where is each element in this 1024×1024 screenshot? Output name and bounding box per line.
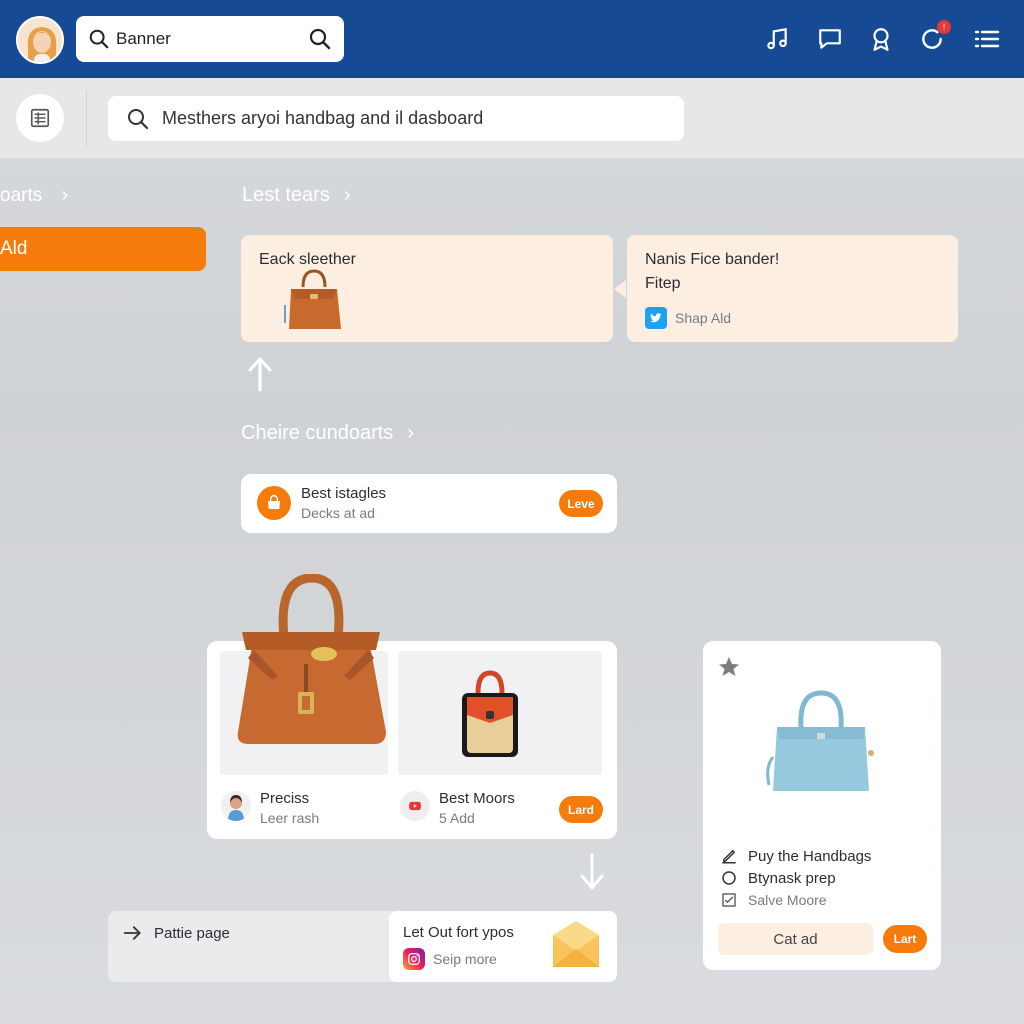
notification-badge: !	[937, 20, 951, 34]
main-search-text: Mesthers aryoi handbag and il dasboard	[162, 108, 484, 128]
handbag-red-icon	[462, 670, 518, 757]
checklist-label: Btynask prep	[748, 869, 836, 887]
top-search-bar[interactable]: Banner	[76, 16, 344, 62]
sidebar-crumb-label: oarts	[0, 185, 43, 206]
list-item-best-istagles[interactable]: Best istagles Decks at ad Leve	[241, 474, 617, 533]
bird-icon	[645, 307, 667, 329]
sidebar-crumb[interactable]: oarts ›	[0, 184, 68, 207]
list-item-title: Best istagles	[301, 485, 387, 502]
envelope-icon	[553, 921, 599, 967]
bottom-banner: Pattie page Let Out fort ypos Seip more	[108, 911, 617, 982]
featured-product-card: Puy the Handbags Btynask prep Salve Moor…	[703, 641, 941, 970]
user-avatar	[221, 791, 251, 821]
shop-icon	[257, 486, 291, 520]
card-nanis-fice[interactable]: Nanis Fice bander! Fitep Shap Ald	[627, 235, 958, 342]
divider	[86, 90, 87, 146]
sidebar-item-active[interactable]: Ald	[0, 227, 206, 271]
checklist-label: Puy the Handbags	[748, 847, 872, 865]
checklist-item-2[interactable]: Btynask prep	[720, 869, 836, 887]
award-icon[interactable]	[866, 24, 896, 54]
lart-button[interactable]: Lart	[883, 925, 927, 953]
arrow-right-icon	[123, 926, 141, 940]
menu-icon[interactable]	[972, 24, 1002, 54]
newsletter-panel[interactable]: Let Out fort ypos Seip more	[389, 911, 617, 982]
seip-more-link[interactable]: Seip more	[403, 948, 497, 970]
pattie-page-label: Pattie page	[154, 924, 230, 942]
arrow-down-icon	[580, 853, 604, 890]
product-right-title: Best Moors	[439, 790, 515, 807]
shap-ald-label: Shap Ald	[675, 310, 732, 326]
play-icon	[400, 791, 430, 821]
product-left-title: Preciss	[260, 790, 310, 807]
search-icon	[89, 29, 109, 49]
card-line-2: Fitep	[645, 275, 681, 292]
star-icon[interactable]	[717, 655, 741, 679]
card-eack-sleether[interactable]: Eack sleether	[241, 235, 613, 342]
chevron-right-icon: ›	[407, 422, 414, 444]
search-icon	[128, 108, 149, 129]
checklist-label: Salve Moore	[748, 892, 827, 908]
chevron-right-icon: ›	[61, 184, 69, 206]
chevron-right-icon: ›	[343, 184, 351, 206]
shap-ald-link[interactable]: Shap Ald	[645, 307, 731, 329]
pattie-page-link[interactable]: Pattie page	[122, 923, 230, 943]
lard-button[interactable]: Lard	[559, 796, 603, 823]
chat-icon[interactable]	[815, 24, 845, 54]
section-title-lest-tears[interactable]: Lest tears ›	[242, 184, 351, 207]
list-item-subtitle: Decks at ad	[301, 505, 375, 521]
seip-more-label: Seip more	[433, 951, 497, 967]
product-image-right[interactable]	[398, 651, 602, 775]
section-title-label: Lest tears	[242, 184, 330, 206]
checklist-item-3[interactable]: Salve Moore	[720, 891, 827, 909]
checkbox-checked-icon	[722, 893, 736, 907]
card-line-1: Nanis Fice bander!	[645, 251, 780, 268]
radio-empty-icon	[722, 871, 736, 885]
arrow-up-icon	[248, 357, 272, 392]
product-left-subtitle: Leer rash	[260, 810, 320, 826]
handbag-blue-icon[interactable]	[763, 687, 875, 795]
music-icon[interactable]	[762, 24, 792, 54]
document-button[interactable]	[16, 94, 64, 142]
checklist-item-1[interactable]: Puy the Handbags	[720, 847, 871, 865]
product-right-subtitle: 5 Add	[439, 810, 475, 826]
handbag-brown-large-icon[interactable]	[232, 574, 390, 748]
cat-ad-button[interactable]: Cat ad	[718, 923, 873, 955]
card-pointer	[614, 280, 626, 298]
top-search-label: Banner	[116, 29, 171, 48]
section-title-label: Cheire cundoarts	[241, 422, 394, 444]
avatar[interactable]	[16, 16, 64, 64]
search-submit-icon[interactable]	[308, 27, 332, 51]
main-search-input[interactable]: Mesthers aryoi handbag and il dasboard	[108, 96, 684, 141]
camera-icon	[403, 948, 425, 970]
leve-button[interactable]: Leve	[559, 490, 603, 517]
refresh-icon[interactable]: !	[917, 20, 951, 54]
handbag-brown-small-icon	[284, 269, 341, 329]
section-title-cheire-cundoarts[interactable]: Cheire cundoarts ›	[241, 422, 414, 445]
newsletter-title: Let Out fort ypos	[403, 924, 514, 941]
document-icon	[30, 108, 50, 128]
edit-icon	[722, 850, 736, 864]
sidebar-item-label: Ald	[0, 238, 28, 259]
